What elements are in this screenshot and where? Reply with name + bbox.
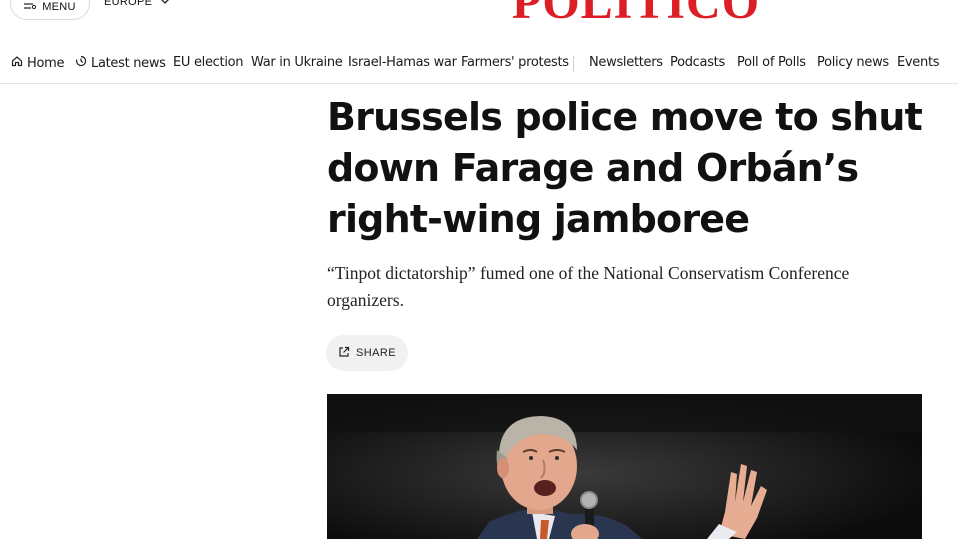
article-dek: “Tinpot dictatorship” fumed one of the N… (327, 263, 850, 310)
share-button[interactable]: SHARE (326, 335, 408, 371)
menu-icon (24, 2, 37, 12)
nav-item-newsletters[interactable]: Newsletters (589, 55, 663, 70)
nav-item-latest-news[interactable]: Latest news (75, 55, 166, 71)
menu-button[interactable]: MENU (10, 0, 90, 20)
region-selector[interactable]: EUROPE (104, 0, 170, 8)
speaker-photo (327, 394, 922, 539)
nav-item-israel-hamas-war[interactable]: Israel-Hamas war (348, 55, 457, 70)
nav-item-podcasts[interactable]: Podcasts (670, 55, 725, 70)
politico-logo[interactable]: POLITICO (512, 0, 760, 24)
nav-item-policy-news[interactable]: Policy news (817, 55, 889, 70)
nav-item-events[interactable]: Events (897, 55, 940, 70)
nav-divider (573, 56, 574, 72)
menu-label: MENU (42, 1, 76, 13)
nav-item-poll-of-polls[interactable]: Poll of Polls (737, 55, 806, 70)
region-label: EUROPE (104, 0, 153, 8)
external-link-icon (338, 346, 350, 361)
clock-icon (75, 55, 87, 71)
article-headline: Brussels police move to shut down Farage… (327, 95, 923, 241)
share-label: SHARE (356, 347, 396, 359)
nav-item-eu-election[interactable]: EU election (173, 55, 244, 70)
home-icon (11, 55, 23, 71)
nav-item-farmers-protests[interactable]: Farmers' protests (461, 55, 569, 70)
chevron-down-icon (160, 0, 170, 8)
nav-item-home[interactable]: Home (11, 55, 65, 71)
nav-item-war-in-ukraine[interactable]: War in Ukraine (251, 55, 343, 70)
article-hero-image (327, 394, 922, 539)
main-nav: Home Latest news EU election War in Ukra… (0, 42, 958, 84)
